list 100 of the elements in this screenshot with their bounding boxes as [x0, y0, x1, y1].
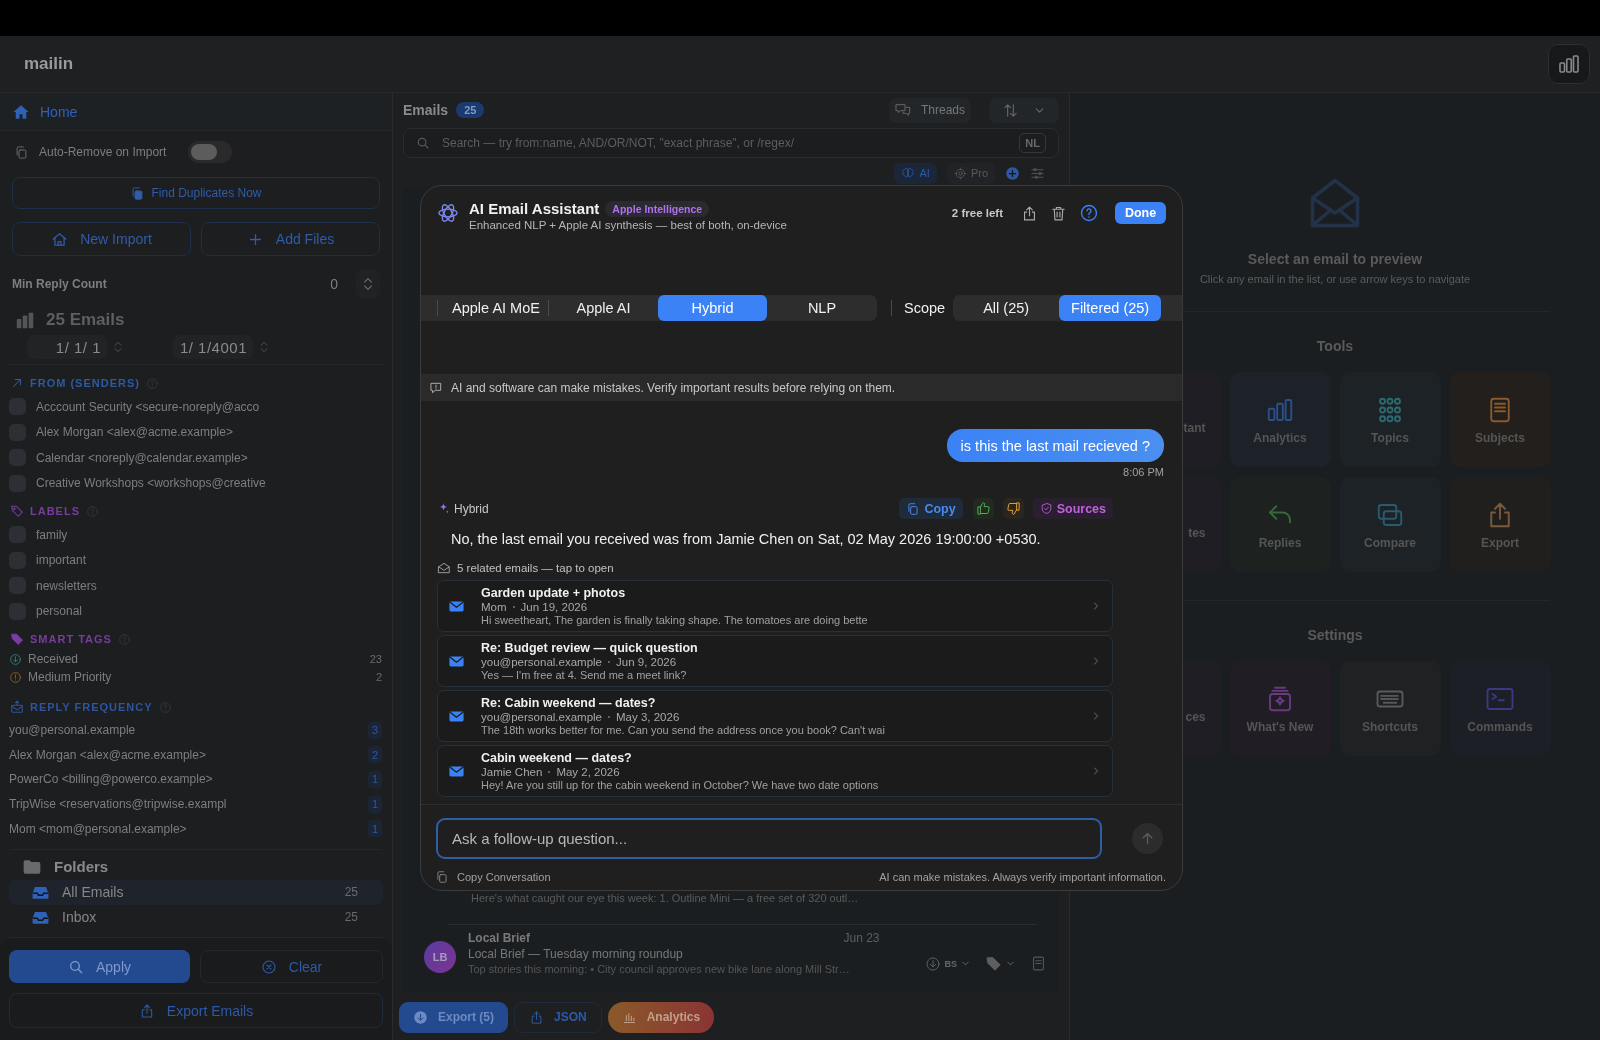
- sort-button[interactable]: [989, 97, 1059, 123]
- thumbs-up-button[interactable]: [972, 498, 994, 519]
- copy-icon: [906, 501, 921, 516]
- section-title: LABELS: [30, 505, 80, 517]
- date-field[interactable]: 1/ 1/4001: [173, 335, 253, 359]
- filter-icon[interactable]: [1030, 165, 1045, 181]
- export-emails-button[interactable]: Export Emails: [9, 993, 383, 1028]
- nl-toggle[interactable]: NL: [1019, 133, 1046, 153]
- folder-item[interactable]: Inbox 25: [9, 904, 383, 930]
- home-nav-item[interactable]: Home: [0, 93, 392, 131]
- import-button[interactable]: Add Files: [201, 222, 380, 256]
- folder-count: 25: [344, 885, 358, 900]
- scope-tab[interactable]: All (25): [953, 295, 1060, 321]
- empty-hint: Click any email in the list, or use arrow keys to navigate: [1199, 273, 1471, 285]
- label-name: family: [36, 527, 68, 542]
- download-icon: [9, 652, 22, 666]
- user-message: is this the last mail recieved ?: [946, 429, 1164, 462]
- reply-count-value: 0: [330, 276, 338, 292]
- tag-icon: [10, 632, 24, 646]
- copy-conversation-link[interactable]: Copy Conversation: [457, 871, 551, 883]
- folder-item[interactable]: All Emails 25: [9, 879, 383, 905]
- sender-label: TripWise <reservations@tripwise.exampl: [9, 797, 227, 812]
- thumbs-up-icon: [975, 501, 991, 516]
- tool-button[interactable]: What's New: [1229, 661, 1331, 756]
- send-button[interactable]: [1132, 823, 1163, 854]
- toggle-label: Auto-Remove on Import: [39, 145, 167, 159]
- brain-icon: [901, 166, 916, 180]
- pro-button[interactable]: Pro: [946, 162, 995, 184]
- tool-button[interactable]: Commands: [1449, 661, 1551, 756]
- model-label: Hybrid: [454, 501, 489, 516]
- related-email-card[interactable]: Re: Budget review — quick question you@personal.example Jun 9, 2026 Yes — I'm free at 4. Send me a meet link?: [437, 635, 1113, 687]
- tag-icon: [985, 955, 1002, 972]
- related-email-card[interactable]: Cabin weekend — dates? Jamie Chen May 2, 2026 Hey! Are you still up for the cabin weekend in October? We have two date options: [437, 745, 1113, 797]
- section-title: REPLY FREQUENCY: [30, 701, 153, 713]
- field-label: Min Reply Count: [12, 277, 107, 291]
- email-subject: Re: Budget review — quick question: [481, 641, 699, 655]
- add-icon[interactable]: [1005, 165, 1020, 181]
- mode-tab[interactable]: Hybrid: [658, 295, 767, 321]
- email-sender: you@personal.example: [481, 656, 602, 668]
- export-button[interactable]: Export (5): [399, 1001, 508, 1033]
- tool-button[interactable]: Analytics: [1229, 372, 1331, 467]
- help-icon[interactable]: [1079, 203, 1099, 223]
- date-field[interactable]: 1/ 1/ 1: [27, 335, 107, 359]
- find-duplicates-button[interactable]: Find Duplicates Now: [12, 177, 380, 209]
- stepper[interactable]: [356, 270, 380, 298]
- json-button[interactable]: JSON: [514, 1001, 602, 1033]
- tag-menu[interactable]: [985, 955, 1016, 972]
- thumbs-down-button[interactable]: [1002, 498, 1024, 519]
- category-menu[interactable]: BS: [925, 955, 971, 972]
- label-name: personal: [36, 604, 83, 619]
- tag-count: 23: [369, 653, 382, 665]
- mode-tab[interactable]: Apple AI MoE: [444, 295, 548, 321]
- import-button[interactable]: New Import: [12, 222, 191, 256]
- tool-button[interactable]: Compare: [1339, 477, 1441, 572]
- download-icon: [413, 1009, 428, 1025]
- section-title: Tools: [1316, 338, 1354, 354]
- disclaimer-text: AI and software can make mistakes. Verify important results before relying on them.: [451, 380, 896, 395]
- mode-tab[interactable]: Apple AI: [549, 295, 658, 321]
- share-icon[interactable]: [1021, 204, 1038, 222]
- search-input[interactable]: Search — try from:name, AND/OR/NOT, "exact phrase", or /regex/: [440, 135, 1010, 151]
- feature-badge: Apple Intelligence: [605, 200, 710, 217]
- threads-button[interactable]: Threads: [889, 97, 971, 123]
- trash-icon[interactable]: [1050, 204, 1067, 222]
- dialog-subtitle: Enhanced NLP + Apple AI synthesis — best of both, on-device: [469, 219, 787, 231]
- gear-icon: [953, 166, 967, 180]
- stats-button[interactable]: [1548, 44, 1590, 84]
- count-badge: 1: [368, 795, 382, 813]
- email-preview-text: Hi sweetheart, The garden is finally taking shape. The tomatoes are doing bette: [481, 614, 869, 626]
- email-subject: Cabin weekend — dates?: [481, 751, 633, 765]
- sort-icon: [1002, 101, 1019, 119]
- apply-button[interactable]: Apply: [9, 950, 190, 983]
- sources-button[interactable]: Sources: [1032, 498, 1113, 519]
- related-email-card[interactable]: Re: Cabin weekend — dates? you@personal.example May 3, 2026 The 18th works better for me. Can you send the address once you book? Can't wai: [437, 690, 1113, 742]
- sender-label: you@personal.example: [9, 723, 136, 738]
- email-subject: Local Brief — Tuesday morning roundup: [468, 947, 684, 961]
- related-email-card[interactable]: Garden update + photos Mom Jun 19, 2026 Hi sweetheart, The garden is finally taking shape. The tomatoes are doing bette: [437, 580, 1113, 632]
- app-title: mailin: [24, 54, 74, 74]
- ai-filter-button[interactable]: AI: [894, 162, 937, 184]
- tool-button[interactable]: Topics: [1339, 372, 1441, 467]
- email-preview-text: Yes — I'm free at 4. Send me a meet link?: [481, 669, 688, 681]
- search-field[interactable]: Search — try from:name, AND/OR/NOT, "exact phrase", or /regex/ NL: [403, 128, 1059, 158]
- email-date: Jun 9, 2026: [616, 656, 677, 668]
- analytics-button[interactable]: Analytics: [607, 1001, 715, 1033]
- copy-icon[interactable]: [435, 870, 449, 884]
- email-date: May 2, 2026: [556, 766, 620, 778]
- folders-title: Folders: [54, 858, 109, 876]
- follow-up-field[interactable]: Ask a follow-up question...: [436, 818, 1102, 859]
- label-name: important: [36, 553, 87, 568]
- scope-tab[interactable]: Filtered (25): [1059, 295, 1162, 321]
- tool-button[interactable]: Subjects: [1449, 372, 1551, 467]
- count-badge: 2: [368, 746, 382, 764]
- document-icon[interactable]: [1030, 955, 1047, 972]
- mode-tab[interactable]: NLP: [767, 295, 877, 321]
- toggle-switch[interactable]: [188, 141, 233, 163]
- done-button[interactable]: Done: [1115, 202, 1166, 224]
- clear-button[interactable]: Clear: [200, 950, 383, 983]
- assistant-answer: No, the last email you received was from Jamie Chen on Sat, 02 May 2026 19:00:00 +0530.: [451, 531, 1042, 547]
- email-subject: Re: Cabin weekend — dates?: [481, 696, 657, 710]
- speech-bubble-icon: [429, 380, 443, 395]
- copy-button[interactable]: Copy: [899, 498, 963, 519]
